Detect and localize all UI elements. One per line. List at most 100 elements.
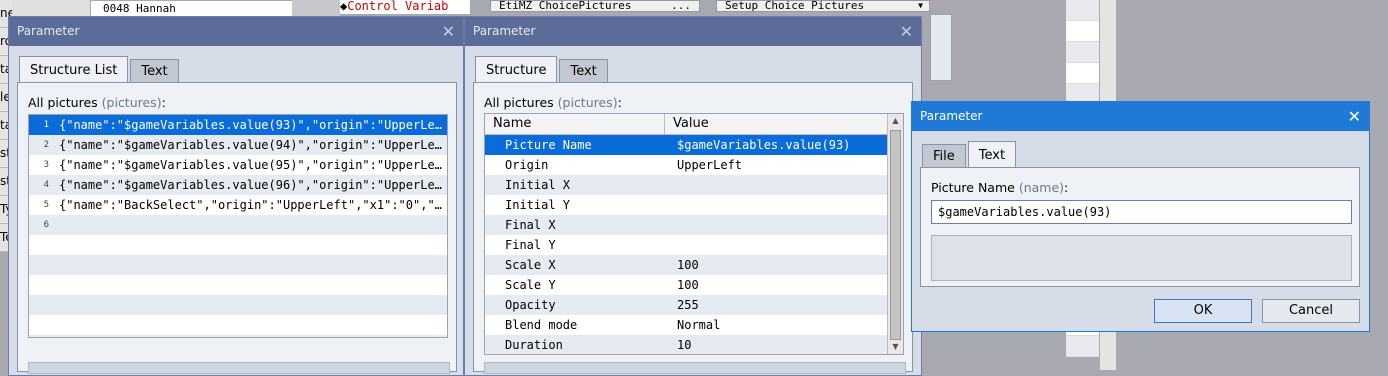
cell-name: Opacity bbox=[505, 298, 556, 312]
row-number: 4 bbox=[43, 180, 49, 190]
row-text bbox=[59, 215, 447, 235]
row-number bbox=[29, 335, 59, 337]
scrollbar-thumb[interactable] bbox=[890, 130, 901, 340]
column-header-value[interactable]: Value bbox=[665, 114, 889, 134]
parameter-window-picture-name: Parameter ✕ File Text Picture Name (name… bbox=[911, 101, 1370, 332]
list-item[interactable] bbox=[29, 315, 447, 335]
row-number bbox=[29, 315, 59, 335]
grid-scrollbar[interactable]: ▲ ▼ bbox=[887, 114, 903, 354]
cell-value bbox=[665, 195, 889, 215]
background-panel-edge bbox=[930, 14, 952, 81]
close-icon[interactable]: ✕ bbox=[1348, 102, 1361, 131]
row-number: 1 bbox=[43, 120, 49, 130]
list-item[interactable]: 1 {"name":"$gameVariables.value(93)","ori… bbox=[29, 115, 447, 135]
table-row[interactable]: Duration 10 bbox=[485, 335, 889, 354]
row-text: {"name":"BackSelect","origin":"UpperLeft… bbox=[59, 198, 442, 212]
cell-value: Normal bbox=[677, 318, 721, 332]
tab-text[interactable]: Text bbox=[130, 59, 179, 83]
note-area bbox=[28, 362, 450, 374]
window-title: Parameter bbox=[17, 24, 80, 38]
table-row[interactable]: Scale Y 100 bbox=[485, 275, 889, 295]
parameter-window-structure-list: Parameter ✕ Structure List Text All pict… bbox=[8, 16, 464, 376]
tab-structure[interactable]: Structure bbox=[475, 56, 558, 83]
table-row[interactable]: Blend mode Normal bbox=[485, 315, 889, 335]
plugin-dots-text: ... bbox=[671, 0, 691, 12]
window-titlebar[interactable]: Parameter ✕ bbox=[9, 17, 463, 46]
cell-name: Scale X bbox=[505, 258, 556, 272]
close-icon[interactable]: ✕ bbox=[442, 17, 455, 46]
row-text: {"name":"$gameVariables.value(96)","orig… bbox=[59, 178, 442, 192]
row-text bbox=[59, 255, 447, 275]
close-icon[interactable]: ✕ bbox=[900, 17, 913, 46]
list-item[interactable]: 3 {"name":"$gameVariables.value(95)","ori… bbox=[29, 155, 447, 175]
table-row[interactable]: Final X bbox=[485, 215, 889, 235]
row-text: {"name":"$gameVariables.value(95)","orig… bbox=[59, 158, 442, 172]
table-row[interactable]: Final Y bbox=[485, 235, 889, 255]
cell-value: 255 bbox=[677, 298, 699, 312]
field-label: Picture Name (name): bbox=[931, 180, 1069, 195]
table-row[interactable]: Origin UpperLeft bbox=[485, 155, 889, 175]
window-titlebar[interactable]: Parameter ✕ bbox=[912, 102, 1369, 131]
cell-name: Picture Name bbox=[505, 138, 592, 152]
chevron-down-icon: ▼ bbox=[918, 1, 923, 10]
note-area bbox=[484, 362, 906, 374]
command-select[interactable]: Setup Choice Pictures ▼ bbox=[716, 0, 930, 12]
cell-name: Final X bbox=[505, 218, 556, 232]
list-item[interactable] bbox=[29, 295, 447, 315]
table-row[interactable]: Picture Name $gameVariables.value(93) bbox=[485, 135, 889, 155]
row-text bbox=[59, 235, 447, 255]
table-row[interactable]: Scale X 100 bbox=[485, 255, 889, 275]
cell-value bbox=[665, 235, 889, 255]
field-label: All pictures (pictures): bbox=[28, 95, 166, 110]
row-number: 3 bbox=[43, 160, 49, 170]
tab-panel: Picture Name (name): $gameVariables.valu… bbox=[920, 167, 1360, 287]
scroll-down-icon[interactable]: ▼ bbox=[888, 340, 903, 354]
list-item[interactable] bbox=[29, 335, 447, 337]
tab-file[interactable]: File bbox=[922, 144, 966, 168]
cell-value: 100 bbox=[677, 278, 699, 292]
list-item[interactable]: 4 {"name":"$gameVariables.value(96)","ori… bbox=[29, 175, 447, 195]
list-item[interactable] bbox=[29, 275, 447, 295]
list-item[interactable] bbox=[29, 235, 447, 255]
list-item[interactable]: 2 {"name":"$gameVariables.value(94)","ori… bbox=[29, 135, 447, 155]
window-titlebar[interactable]: Parameter ✕ bbox=[465, 17, 921, 46]
tab-text[interactable]: Text bbox=[967, 141, 1017, 168]
window-title: Parameter bbox=[473, 24, 536, 38]
tab-panel: All pictures (pictures): 1 {"name":"$game… bbox=[17, 82, 457, 374]
table-row[interactable]: Initial X bbox=[485, 175, 889, 195]
plugin-select-button[interactable]: EtiMZ_ChoicePictures... bbox=[490, 0, 700, 12]
command-select-value: Setup Choice Pictures bbox=[725, 0, 865, 12]
tab-structure-list[interactable]: Structure List bbox=[19, 56, 129, 83]
background-command-text: Control Variab bbox=[347, 0, 449, 13]
column-header-name[interactable]: Name bbox=[485, 114, 665, 134]
structure-list[interactable]: 1 {"name":"$gameVariables.value(93)","ori… bbox=[28, 114, 448, 338]
list-item[interactable] bbox=[29, 255, 447, 275]
table-row[interactable]: Opacity 255 bbox=[485, 295, 889, 315]
picture-name-input[interactable]: $gameVariables.value(93) bbox=[931, 200, 1352, 224]
row-text: {"name":"$gameVariables.value(93)","orig… bbox=[59, 118, 442, 132]
cell-value: $gameVariables.value(93) bbox=[677, 138, 851, 152]
note-textarea[interactable] bbox=[931, 235, 1352, 281]
cell-name: Initial Y bbox=[505, 198, 571, 212]
row-number bbox=[29, 255, 59, 275]
cell-name: Final Y bbox=[505, 238, 556, 252]
cell-value: 10 bbox=[677, 338, 692, 352]
row-number: 5 bbox=[43, 200, 49, 210]
cell-name: Blend mode bbox=[505, 318, 578, 332]
scroll-up-icon[interactable]: ▲ bbox=[888, 114, 903, 128]
cell-name: Duration bbox=[505, 338, 563, 352]
row-text bbox=[59, 315, 447, 335]
parameter-grid[interactable]: Name Value Picture Name $gameVariables.va… bbox=[484, 113, 904, 355]
ok-button[interactable]: OK bbox=[1154, 299, 1252, 323]
row-text bbox=[59, 335, 447, 337]
list-item[interactable]: 5 {"name":"BackSelect","origin":"UpperLef… bbox=[29, 195, 447, 215]
tab-panel: All pictures (pictures): Name Value Pict… bbox=[473, 82, 913, 374]
cell-value: UpperLeft bbox=[677, 158, 743, 172]
tab-text[interactable]: Text bbox=[559, 59, 608, 83]
background-divider bbox=[292, 0, 340, 16]
table-row[interactable]: Initial Y bbox=[485, 195, 889, 215]
parameter-window-structure: Parameter ✕ Structure Text All pictures … bbox=[464, 16, 922, 376]
background-command-line[interactable]: ◆Control Variab bbox=[340, 0, 470, 14]
list-item[interactable]: 6 bbox=[29, 215, 447, 235]
cancel-button[interactable]: Cancel bbox=[1262, 299, 1360, 323]
